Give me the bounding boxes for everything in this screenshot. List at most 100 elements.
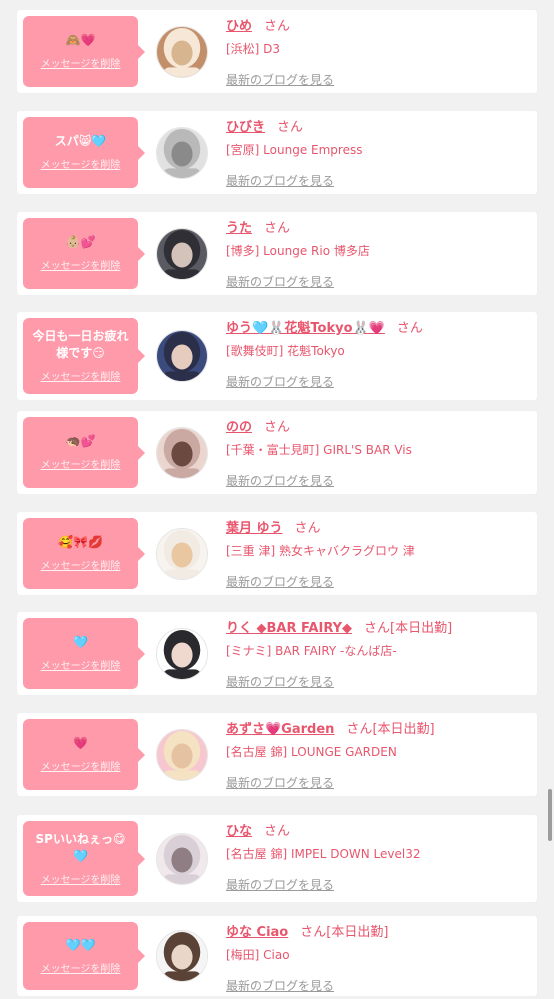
message-card: 🙈💗 メッセージを削除 ひめ さん [浜松] D3 最新のブログを見る — [17, 10, 537, 93]
cast-name-line: あずさ💗Garden さん[本日出勤] — [226, 721, 531, 739]
message-text: 今日も一日お疲れ 様です😏 — [32, 329, 129, 360]
latest-blog-link[interactable]: 最新のブログを見る — [226, 673, 334, 690]
avatar[interactable] — [156, 127, 208, 179]
cast-name-link[interactable]: あずさ💗Garden — [226, 722, 334, 737]
cast-name-link[interactable]: ひな — [226, 824, 252, 839]
message-bubble: 💗 メッセージを削除 — [23, 719, 145, 790]
latest-blog-link[interactable]: 最新のブログを見る — [226, 573, 334, 590]
cast-name-line: ひな さん — [226, 823, 531, 841]
cast-name-link[interactable]: ゆう🩵🐰花魁Tokyo🐰💗 — [226, 321, 385, 336]
message-bubble: 👶🏼💕 メッセージを削除 — [23, 218, 145, 289]
cast-name-line: ひめ さん — [226, 18, 531, 36]
avatar[interactable] — [156, 833, 208, 885]
message-text: 🩵🩵 — [65, 937, 96, 952]
cast-info: あずさ💗Garden さん[本日出勤] [名古屋 錦] LOUNGE GARDEN 最… — [226, 721, 531, 791]
message-bubble: 🩵🩵 メッセージを削除 — [23, 922, 145, 990]
delete-message-link[interactable]: メッセージを削除 — [41, 758, 121, 773]
delete-message-link[interactable]: メッセージを削除 — [41, 960, 121, 975]
avatar[interactable] — [156, 628, 208, 680]
avatar[interactable] — [156, 26, 208, 78]
cast-name-link[interactable]: 葉月 ゆう — [226, 521, 283, 536]
cast-name-line: ひびき さん — [226, 119, 531, 137]
honorific: さん — [300, 925, 327, 940]
message-text: 🦔💕 — [65, 434, 96, 448]
message-text: スパ😸🩵 — [54, 134, 107, 148]
avatar[interactable] — [156, 528, 208, 580]
cast-name-link[interactable]: ゆな Ciao — [226, 925, 288, 940]
message-text: 🥰🎀💋 — [58, 535, 103, 549]
area-shop: [歌舞伎町] 花魁Tokyo — [226, 344, 345, 358]
delete-message-link[interactable]: メッセージを削除 — [41, 55, 121, 70]
message-card: スパ😸🩵 メッセージを削除 ひびき さん [宮原] Lounge Empress 最新のブ… — [17, 111, 537, 194]
cast-name-link[interactable]: のの — [226, 420, 252, 435]
cast-info: のの さん [千葉・富士見町] GIRL'S BAR Vis 最新のブログを見る — [226, 419, 531, 489]
avatar[interactable] — [156, 729, 208, 781]
cast-info: ひめ さん [浜松] D3 最新のブログを見る — [226, 18, 531, 88]
cast-info: うた さん [博多] Lounge Rio 博多店 最新のブログを見る — [226, 220, 531, 290]
delete-message-link[interactable]: メッセージを削除 — [41, 456, 121, 471]
delete-message-link[interactable]: メッセージを削除 — [41, 557, 121, 572]
area-shop: [博多] Lounge Rio 博多店 — [226, 244, 370, 258]
avatar[interactable] — [156, 930, 208, 982]
latest-blog-link[interactable]: 最新のブログを見る — [226, 71, 334, 88]
cast-name-link[interactable]: ひめ — [226, 19, 252, 34]
cast-name-line: ゆな Ciao さん[本日出勤] — [226, 924, 531, 942]
latest-blog-link[interactable]: 最新のブログを見る — [226, 977, 334, 994]
latest-blog-link[interactable]: 最新のブログを見る — [226, 774, 334, 791]
honorific: さん — [396, 321, 423, 336]
message-bubble: 🩵 メッセージを削除 — [23, 618, 145, 689]
area-shop: [名古屋 錦] LOUNGE GARDEN — [226, 745, 397, 759]
message-card: 今日も一日お疲れ 様です😏 メッセージを削除 ゆう🩵🐰花魁Tokyo🐰💗 さん [歌舞伎… — [17, 312, 537, 400]
latest-blog-link[interactable]: 最新のブログを見る — [226, 172, 334, 189]
message-card: 🩵 メッセージを削除 りく ◆BAR FAIRY◆ さん[本日出勤] [ミナミ] BAR… — [17, 612, 537, 695]
message-text: 🩵 — [73, 635, 88, 649]
message-card: 🦔💕 メッセージを削除 のの さん [千葉・富士見町] GIRL'S BAR Vis 最新… — [17, 411, 537, 494]
message-card: 💗 メッセージを削除 あずさ💗Garden さん[本日出勤] [名古屋 錦] LOUNG… — [17, 713, 537, 796]
cast-name-link[interactable]: りく ◆BAR FAIRY◆ — [226, 621, 352, 636]
message-bubble: 今日も一日お疲れ 様です😏 メッセージを削除 — [23, 318, 145, 394]
cast-name-line: うた さん — [226, 220, 531, 238]
cast-name-link[interactable]: うた — [226, 221, 252, 236]
message-bubble: 🥰🎀💋 メッセージを削除 — [23, 518, 145, 589]
area-shop: [梅田] Ciao — [226, 948, 290, 962]
area-shop: [名古屋 錦] IMPEL DOWN Level32 — [226, 847, 421, 861]
message-bubble: 🙈💗 メッセージを削除 — [23, 16, 145, 87]
cast-name-line: のの さん — [226, 419, 531, 437]
message-bubble: SPいいねぇっ😋 🩵 メッセージを削除 — [23, 821, 145, 896]
latest-blog-link[interactable]: 最新のブログを見る — [226, 472, 334, 489]
honorific: さん — [264, 221, 291, 236]
delete-message-link[interactable]: メッセージを削除 — [41, 156, 121, 171]
honorific: さん — [294, 521, 321, 536]
message-card: SPいいねぇっ😋 🩵 メッセージを削除 ひな さん [名古屋 錦] IMPEL DOWN… — [17, 815, 537, 902]
latest-blog-link[interactable]: 最新のブログを見る — [226, 373, 334, 390]
cast-info: 葉月 ゆう さん [三重 津] 熟女キャバクラグロウ 津最新のブログを見る — [226, 520, 531, 590]
latest-blog-link[interactable]: 最新のブログを見る — [226, 273, 334, 290]
area-shop: [三重 津] 熟女キャバクラグロウ 津 — [226, 544, 415, 558]
area-shop: [千葉・富士見町] GIRL'S BAR Vis — [226, 443, 412, 457]
attendance-status: [本日出勤] — [326, 925, 389, 940]
avatar[interactable] — [156, 427, 208, 479]
honorific: さん — [277, 120, 304, 135]
message-bubble: スパ😸🩵 メッセージを削除 — [23, 117, 145, 188]
delete-message-link[interactable]: メッセージを削除 — [41, 368, 121, 383]
honorific: さん — [264, 19, 291, 34]
message-text: SPいいねぇっ😋 🩵 — [35, 831, 126, 863]
avatar[interactable] — [156, 228, 208, 280]
message-bubble: 🦔💕 メッセージを削除 — [23, 417, 145, 488]
delete-message-link[interactable]: メッセージを削除 — [41, 871, 121, 886]
cast-name-line: ゆう🩵🐰花魁Tokyo🐰💗 さん — [226, 320, 531, 338]
message-text: 👶🏼💕 — [65, 235, 96, 249]
cast-info: りく ◆BAR FAIRY◆ さん[本日出勤] [ミナミ] BAR FAIRY -な… — [226, 620, 531, 690]
honorific: さん — [364, 621, 391, 636]
delete-message-link[interactable]: メッセージを削除 — [41, 257, 121, 272]
cast-info: ゆな Ciao さん[本日出勤] [梅田] Ciao 最新のブログを見る — [226, 924, 531, 994]
latest-blog-link[interactable]: 最新のブログを見る — [226, 876, 334, 893]
avatar[interactable] — [156, 330, 208, 382]
cast-name-line: りく ◆BAR FAIRY◆ さん[本日出勤] — [226, 620, 531, 638]
scrollbar[interactable] — [548, 789, 552, 841]
cast-name-link[interactable]: ひびき — [226, 120, 265, 135]
delete-message-link[interactable]: メッセージを削除 — [41, 657, 121, 672]
attendance-status: [本日出勤] — [390, 621, 453, 636]
message-card: 🩵🩵 メッセージを削除 ゆな Ciao さん[本日出勤] [梅田] Ciao 最新のブログ… — [17, 916, 537, 996]
cast-info: ひな さん [名古屋 錦] IMPEL DOWN Level32 最新のブログを見る — [226, 823, 531, 893]
